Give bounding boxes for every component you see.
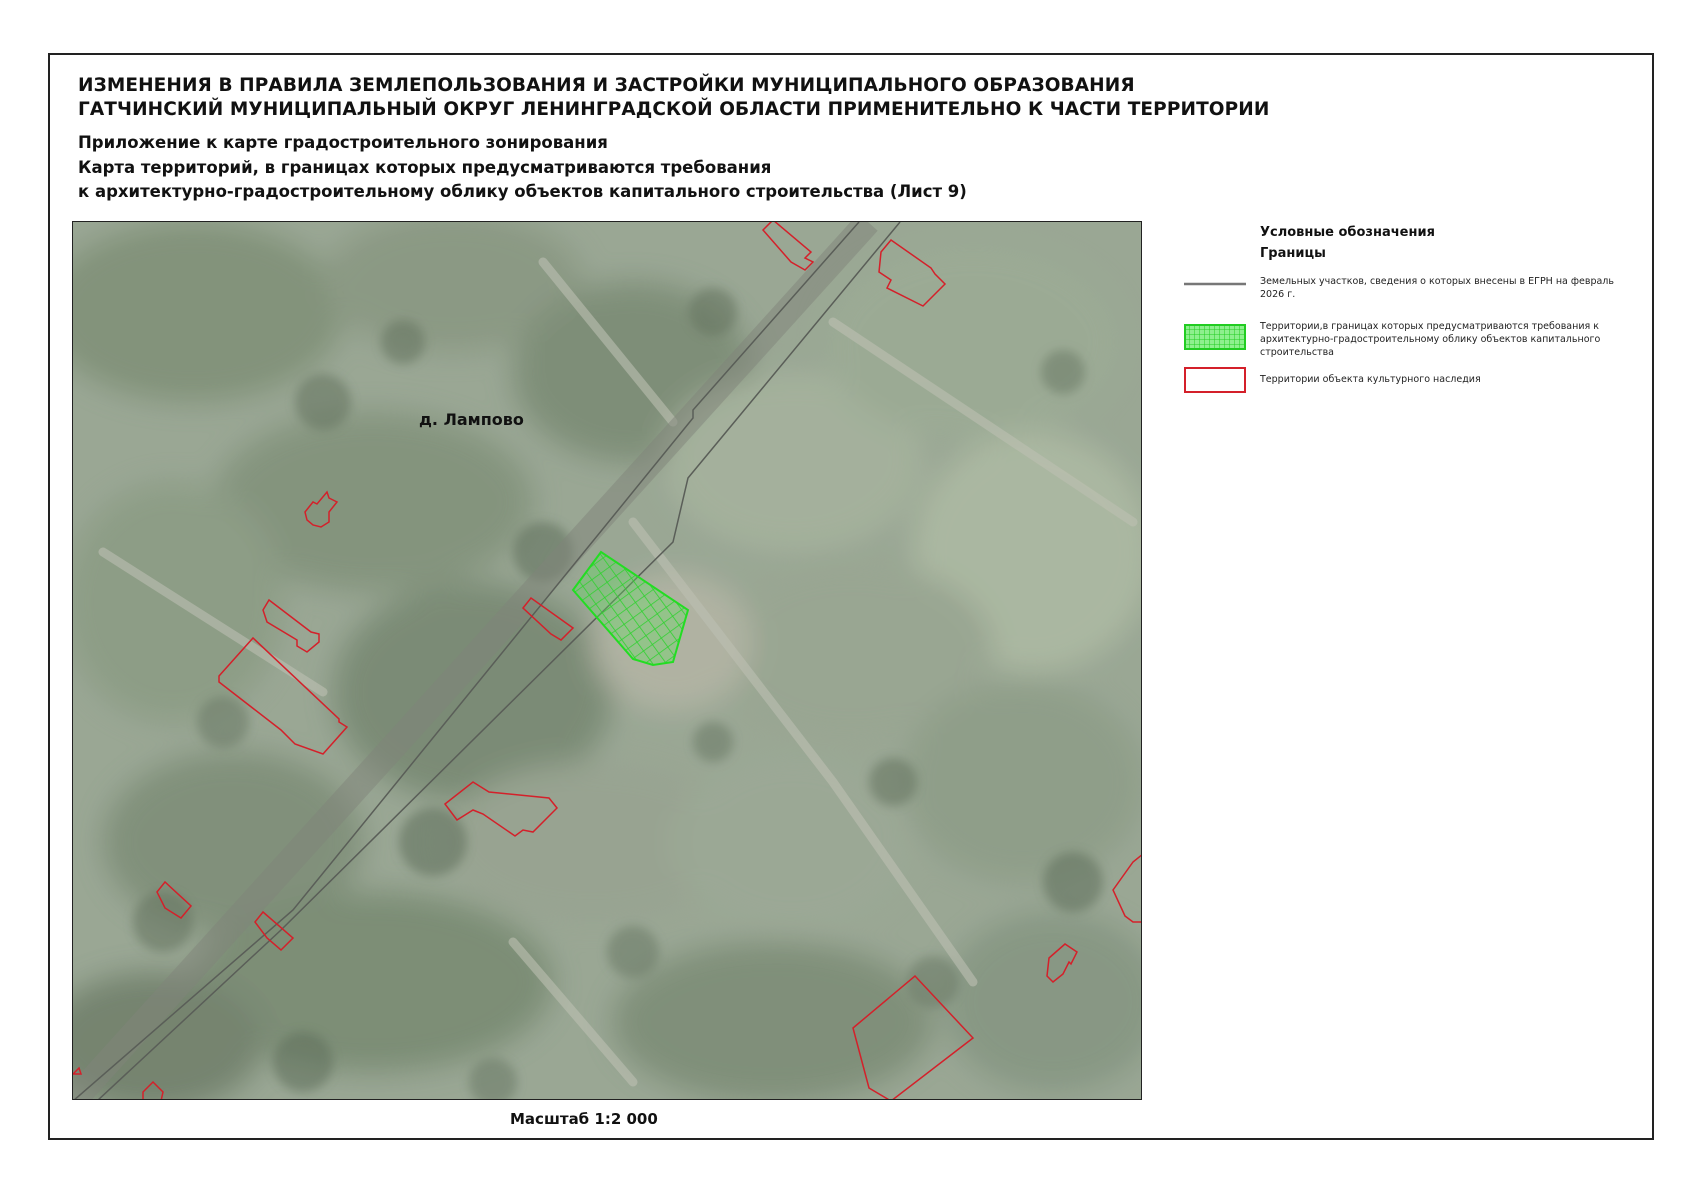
map-canvas: д. Лампово	[73, 222, 1141, 1099]
map-title: ИЗМЕНЕНИЯ В ПРАВИЛА ЗЕМЛЕПОЛЬЗОВАНИЯ И З…	[78, 74, 1269, 122]
legend-text-heritage: Территории объекта культурного наследия	[1260, 374, 1481, 385]
subtitle-line-1: Приложение к карте градостроительного зо…	[78, 133, 608, 152]
map-subtitle: Приложение к карте градостроительного зо…	[78, 131, 967, 205]
legend-text-requirement-zone: Территории,в границах которых предусматр…	[1260, 321, 1601, 358]
scale-label: Масштаб 1:2 000	[510, 1110, 658, 1128]
legend-item-requirement-zone: Территории,в границах которых предусматр…	[1180, 320, 1620, 360]
gray-line-icon	[1184, 282, 1246, 286]
legend-heading: Условные обозначения Границы	[1260, 222, 1435, 264]
subtitle-line-2: Карта территорий, в границах которых пре…	[78, 157, 772, 177]
legend-title: Условные обозначения	[1260, 225, 1435, 240]
legend-subtitle: Границы	[1260, 246, 1326, 261]
legend-item-parcels: Земельных участков, сведения о которых в…	[1180, 275, 1620, 315]
red-outline-icon	[1184, 367, 1246, 393]
place-label: д. Лампово	[419, 410, 524, 429]
subtitle-line-3: к архитектурно-градостроительному облику…	[78, 182, 967, 201]
green-grid-icon	[1184, 324, 1246, 350]
title-line-2: ГАТЧИНСКИЙ МУНИЦИПАЛЬНЫЙ ОКРУГ ЛЕНИНГРАД…	[78, 99, 1270, 120]
legend-text-parcels: Земельных участков, сведения о которых в…	[1260, 276, 1614, 300]
map-view[interactable]: д. Лампово	[72, 221, 1142, 1100]
legend-item-heritage: Территории объекта культурного наследия	[1180, 367, 1620, 410]
title-line-1: ИЗМЕНЕНИЯ В ПРАВИЛА ЗЕМЛЕПОЛЬЗОВАНИЯ И З…	[78, 75, 1135, 96]
